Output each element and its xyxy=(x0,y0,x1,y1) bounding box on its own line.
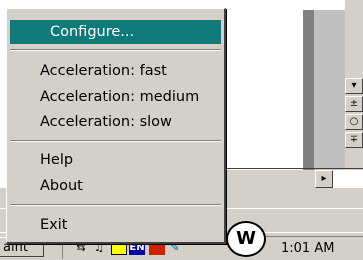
scroll-step-button[interactable]: ∓ xyxy=(345,132,363,148)
menu-item-acceleration-medium[interactable]: Acceleration: medium xyxy=(10,85,221,109)
menu-item-configure[interactable]: Configure... xyxy=(10,20,221,44)
scroll-adjust-button[interactable]: ± xyxy=(345,96,363,112)
menu-item-about[interactable]: About xyxy=(10,174,221,198)
clock[interactable]: 1:01 AM xyxy=(281,241,334,256)
menu-item-exit[interactable]: Exit xyxy=(10,213,221,237)
scroll-right-button[interactable]: ▸ xyxy=(315,170,333,188)
menu-item-acceleration-fast[interactable]: Acceleration: fast xyxy=(10,59,221,83)
menu-item-help[interactable]: Help xyxy=(10,148,221,172)
content-divider xyxy=(225,168,363,169)
context-menu: Configure... Acceleration: fast Accelera… xyxy=(6,8,226,244)
w-tray-icon[interactable]: W xyxy=(226,221,266,257)
dark-panel xyxy=(303,10,314,170)
gray-panel xyxy=(314,10,345,170)
menu-separator xyxy=(10,204,221,206)
horizontal-scrollbar[interactable] xyxy=(225,170,315,188)
menu-separator xyxy=(10,49,221,51)
menu-item-acceleration-slow[interactable]: Acceleration: slow xyxy=(10,110,221,134)
scroll-down-button[interactable]: ▾ xyxy=(345,78,363,94)
scroll-center-button[interactable]: ○ xyxy=(345,114,363,130)
menu-separator xyxy=(10,140,221,142)
